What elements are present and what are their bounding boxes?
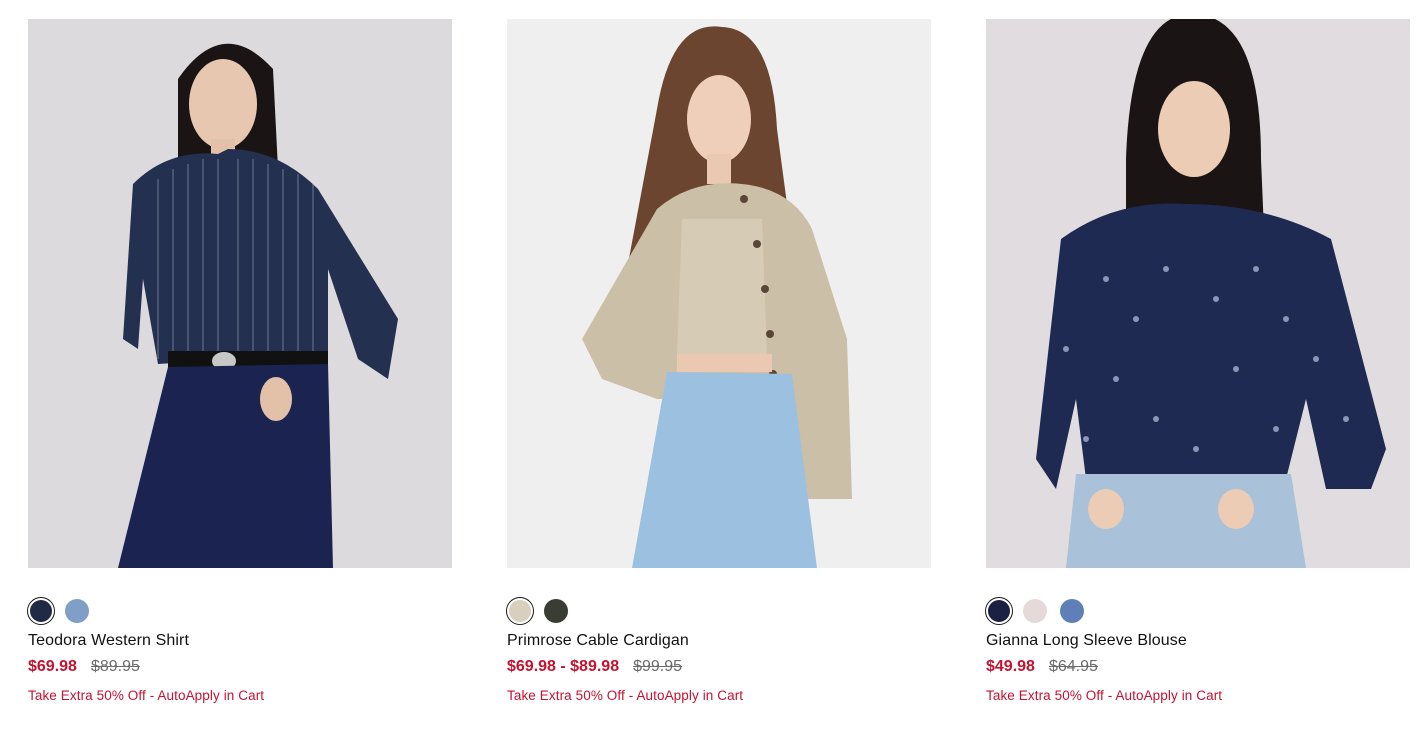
product-grid: Teodora Western Shirt $69.98 $89.95 Take… — [27, 19, 1410, 703]
price-row: $49.98 $64.95 — [986, 658, 1410, 676]
sale-price: $69.98 — [28, 658, 77, 675]
product-name[interactable]: Teodora Western Shirt — [28, 632, 452, 650]
color-swatch[interactable] — [27, 597, 55, 625]
color-swatch[interactable] — [1023, 599, 1047, 623]
color-swatch[interactable] — [65, 599, 89, 623]
color-swatches — [985, 597, 1410, 625]
product-name[interactable]: Primrose Cable Cardigan — [507, 632, 931, 650]
product-image[interactable] — [986, 19, 1410, 568]
color-swatch[interactable] — [544, 599, 568, 623]
color-swatches — [27, 597, 452, 625]
color-swatch[interactable] — [985, 597, 1013, 625]
original-price: $64.95 — [1048, 658, 1098, 675]
promo-text: Take Extra 50% Off - AutoApply in Cart — [28, 688, 265, 703]
original-price: $99.95 — [633, 658, 683, 675]
price-row: $69.98 - $89.98 $99.95 — [507, 658, 931, 676]
product-image[interactable] — [507, 19, 931, 568]
color-swatch[interactable] — [1060, 599, 1084, 623]
promo-text: Take Extra 50% Off - AutoApply in Cart — [986, 688, 1223, 703]
color-swatch[interactable] — [506, 597, 534, 625]
color-swatches — [506, 597, 931, 625]
product-image[interactable] — [28, 19, 452, 568]
product-card[interactable]: Teodora Western Shirt $69.98 $89.95 Take… — [27, 19, 452, 703]
original-price: $89.95 — [90, 658, 140, 675]
sale-price: $49.98 — [986, 658, 1035, 675]
product-card[interactable]: Gianna Long Sleeve Blouse $49.98 $64.95 … — [985, 19, 1410, 703]
price-row: $69.98 $89.95 — [28, 658, 452, 676]
product-name[interactable]: Gianna Long Sleeve Blouse — [986, 632, 1410, 650]
promo-text: Take Extra 50% Off - AutoApply in Cart — [507, 688, 744, 703]
product-card[interactable]: Primrose Cable Cardigan $69.98 - $89.98 … — [506, 19, 931, 703]
sale-price: $69.98 - $89.98 — [507, 658, 620, 675]
